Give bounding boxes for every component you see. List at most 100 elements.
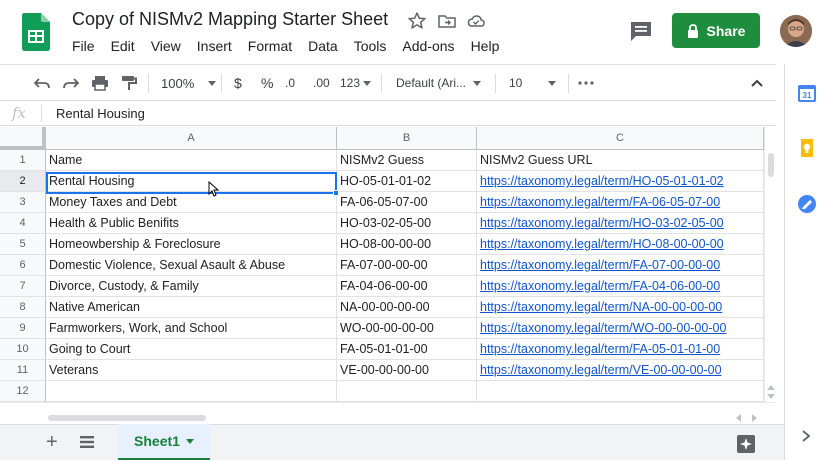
cell-nismv2-guess[interactable]: FA-05-01-01-00 [337, 339, 477, 360]
cell-nismv2-guess[interactable] [337, 381, 477, 402]
vertical-scroll-thumb[interactable] [768, 153, 774, 177]
row-header[interactable]: 1 [0, 150, 46, 171]
menu-tools[interactable]: Tools [352, 38, 393, 56]
more-formats-select[interactable]: 123 [340, 65, 372, 101]
chevron-right-icon[interactable] [801, 430, 811, 442]
chevron-down-icon[interactable] [185, 438, 194, 444]
cell-name[interactable]: Money Taxes and Debt [46, 192, 337, 213]
column-header-b[interactable]: B [337, 127, 477, 150]
cell-nismv2-url[interactable]: https://taxonomy.legal/term/HO-03-02-05-… [477, 213, 764, 234]
row-header[interactable]: 4 [0, 213, 46, 234]
cell-nismv2-url[interactable]: https://taxonomy.legal/term/HO-05-01-01-… [477, 171, 764, 192]
scroll-left-icon[interactable] [736, 414, 741, 422]
cell-name[interactable]: Rental Housing [46, 171, 337, 192]
cell-name[interactable]: Native American [46, 297, 337, 318]
cell-nismv2-guess[interactable]: FA-07-00-00-00 [337, 255, 477, 276]
cell-name[interactable]: Domestic Violence, Sexual Asault & Abuse [46, 255, 337, 276]
row-header[interactable]: 5 [0, 234, 46, 255]
row-header[interactable]: 7 [0, 276, 46, 297]
collapse-menus-button[interactable] [750, 65, 764, 101]
cell-nismv2-url[interactable]: https://taxonomy.legal/term/FA-05-01-01-… [477, 339, 764, 360]
row-header[interactable]: 2 [0, 171, 46, 192]
explore-icon[interactable] [736, 434, 756, 454]
zoom-select[interactable]: 100% [161, 65, 217, 101]
currency-format-button[interactable]: $ [234, 65, 242, 101]
cell-nismv2-url[interactable]: https://taxonomy.legal/term/HO-08-00-00-… [477, 234, 764, 255]
paint-format-button[interactable] [120, 65, 138, 101]
row-header[interactable]: 10 [0, 339, 46, 360]
move-to-folder-icon[interactable] [437, 11, 457, 31]
tasks-icon[interactable] [797, 194, 817, 214]
add-sheet-icon[interactable]: + [46, 432, 58, 452]
sheets-logo-icon[interactable] [22, 13, 50, 51]
cell-name[interactable]: Health & Public Benifits [46, 213, 337, 234]
cell-name[interactable]: Name [46, 150, 337, 171]
horizontal-scroll-thumb[interactable] [48, 415, 206, 421]
keep-icon[interactable] [797, 138, 817, 158]
menu-add-ons[interactable]: Add-ons [400, 38, 460, 56]
fill-handle[interactable] [333, 190, 339, 196]
column-header-c[interactable]: C [477, 127, 764, 150]
cell-name[interactable] [46, 381, 337, 402]
menu-view[interactable]: View [149, 38, 187, 56]
horizontal-scrollbar[interactable] [0, 402, 776, 424]
print-button[interactable] [91, 65, 109, 101]
cell-name[interactable]: Divorce, Custody, & Family [46, 276, 337, 297]
cell-nismv2-guess[interactable]: FA-06-05-07-00 [337, 192, 477, 213]
cell-nismv2-guess[interactable]: HO-03-02-05-00 [337, 213, 477, 234]
cell-name[interactable]: Veterans [46, 360, 337, 381]
undo-button[interactable] [33, 65, 51, 101]
increase-decimal-button[interactable]: .00 [313, 65, 330, 101]
row-header[interactable]: 12 [0, 381, 46, 402]
scroll-right-icon[interactable] [752, 414, 757, 422]
more-options-button[interactable] [578, 65, 594, 101]
scroll-down-icon[interactable] [767, 394, 775, 399]
cell-name[interactable]: Farmworkers, Work, and School [46, 318, 337, 339]
cell-nismv2-guess[interactable]: VE-00-00-00-00 [337, 360, 477, 381]
avatar[interactable] [780, 15, 812, 47]
sheet-tab-sheet1[interactable]: Sheet1 [118, 424, 210, 460]
menu-edit[interactable]: Edit [109, 38, 141, 56]
vertical-scrollbar[interactable] [764, 127, 776, 402]
cloud-saved-icon[interactable] [466, 11, 486, 31]
cell-nismv2-url[interactable]: https://taxonomy.legal/term/FA-04-06-00-… [477, 276, 764, 297]
cell-nismv2-guess[interactable]: NISMv2 Guess [337, 150, 477, 171]
comment-history-icon[interactable] [628, 20, 654, 42]
share-button[interactable]: Share [672, 13, 760, 48]
star-icon[interactable] [407, 11, 427, 31]
cell-nismv2-guess[interactable]: HO-08-00-00-00 [337, 234, 477, 255]
cell-nismv2-url[interactable]: https://taxonomy.legal/term/NA-00-00-00-… [477, 297, 764, 318]
row-header[interactable]: 6 [0, 255, 46, 276]
column-header-a[interactable]: A [46, 127, 337, 150]
menu-format[interactable]: Format [246, 38, 298, 56]
all-sheets-list-icon[interactable] [80, 436, 94, 448]
menu-file[interactable]: File [70, 38, 101, 56]
scroll-up-icon[interactable] [767, 385, 775, 390]
cell-nismv2-url[interactable] [477, 381, 764, 402]
menu-data[interactable]: Data [306, 38, 344, 56]
cell-nismv2-guess[interactable]: FA-04-06-00-00 [337, 276, 477, 297]
calendar-icon[interactable]: 31 [797, 83, 817, 103]
percent-format-button[interactable]: % [261, 65, 273, 101]
menu-insert[interactable]: Insert [195, 38, 238, 56]
font-family-select[interactable]: Default (Ari... [396, 65, 488, 101]
row-header[interactable]: 9 [0, 318, 46, 339]
cell-nismv2-url[interactable]: https://taxonomy.legal/term/FA-06-05-07-… [477, 192, 764, 213]
cell-nismv2-url[interactable]: https://taxonomy.legal/term/WO-00-00-00-… [477, 318, 764, 339]
formula-input[interactable]: Rental Housing [56, 106, 145, 121]
row-header[interactable]: 3 [0, 192, 46, 213]
decrease-decimal-button[interactable]: .0 [285, 65, 295, 101]
cell-name[interactable]: Going to Court [46, 339, 337, 360]
menu-help[interactable]: Help [469, 38, 506, 56]
cell-nismv2-url[interactable]: https://taxonomy.legal/term/FA-07-00-00-… [477, 255, 764, 276]
row-header[interactable]: 8 [0, 297, 46, 318]
cell-nismv2-guess[interactable]: HO-05-01-01-02 [337, 171, 477, 192]
cell-name[interactable]: Homeowbership & Foreclosure [46, 234, 337, 255]
font-size-select[interactable]: 10 [509, 65, 557, 101]
redo-button[interactable] [62, 65, 80, 101]
cell-nismv2-guess[interactable]: NA-00-00-00-00 [337, 297, 477, 318]
select-all-corner[interactable] [0, 127, 46, 150]
cell-nismv2-url[interactable]: https://taxonomy.legal/term/VE-00-00-00-… [477, 360, 764, 381]
cell-nismv2-guess[interactable]: WO-00-00-00-00 [337, 318, 477, 339]
cell-nismv2-url[interactable]: NISMv2 Guess URL [477, 150, 764, 171]
